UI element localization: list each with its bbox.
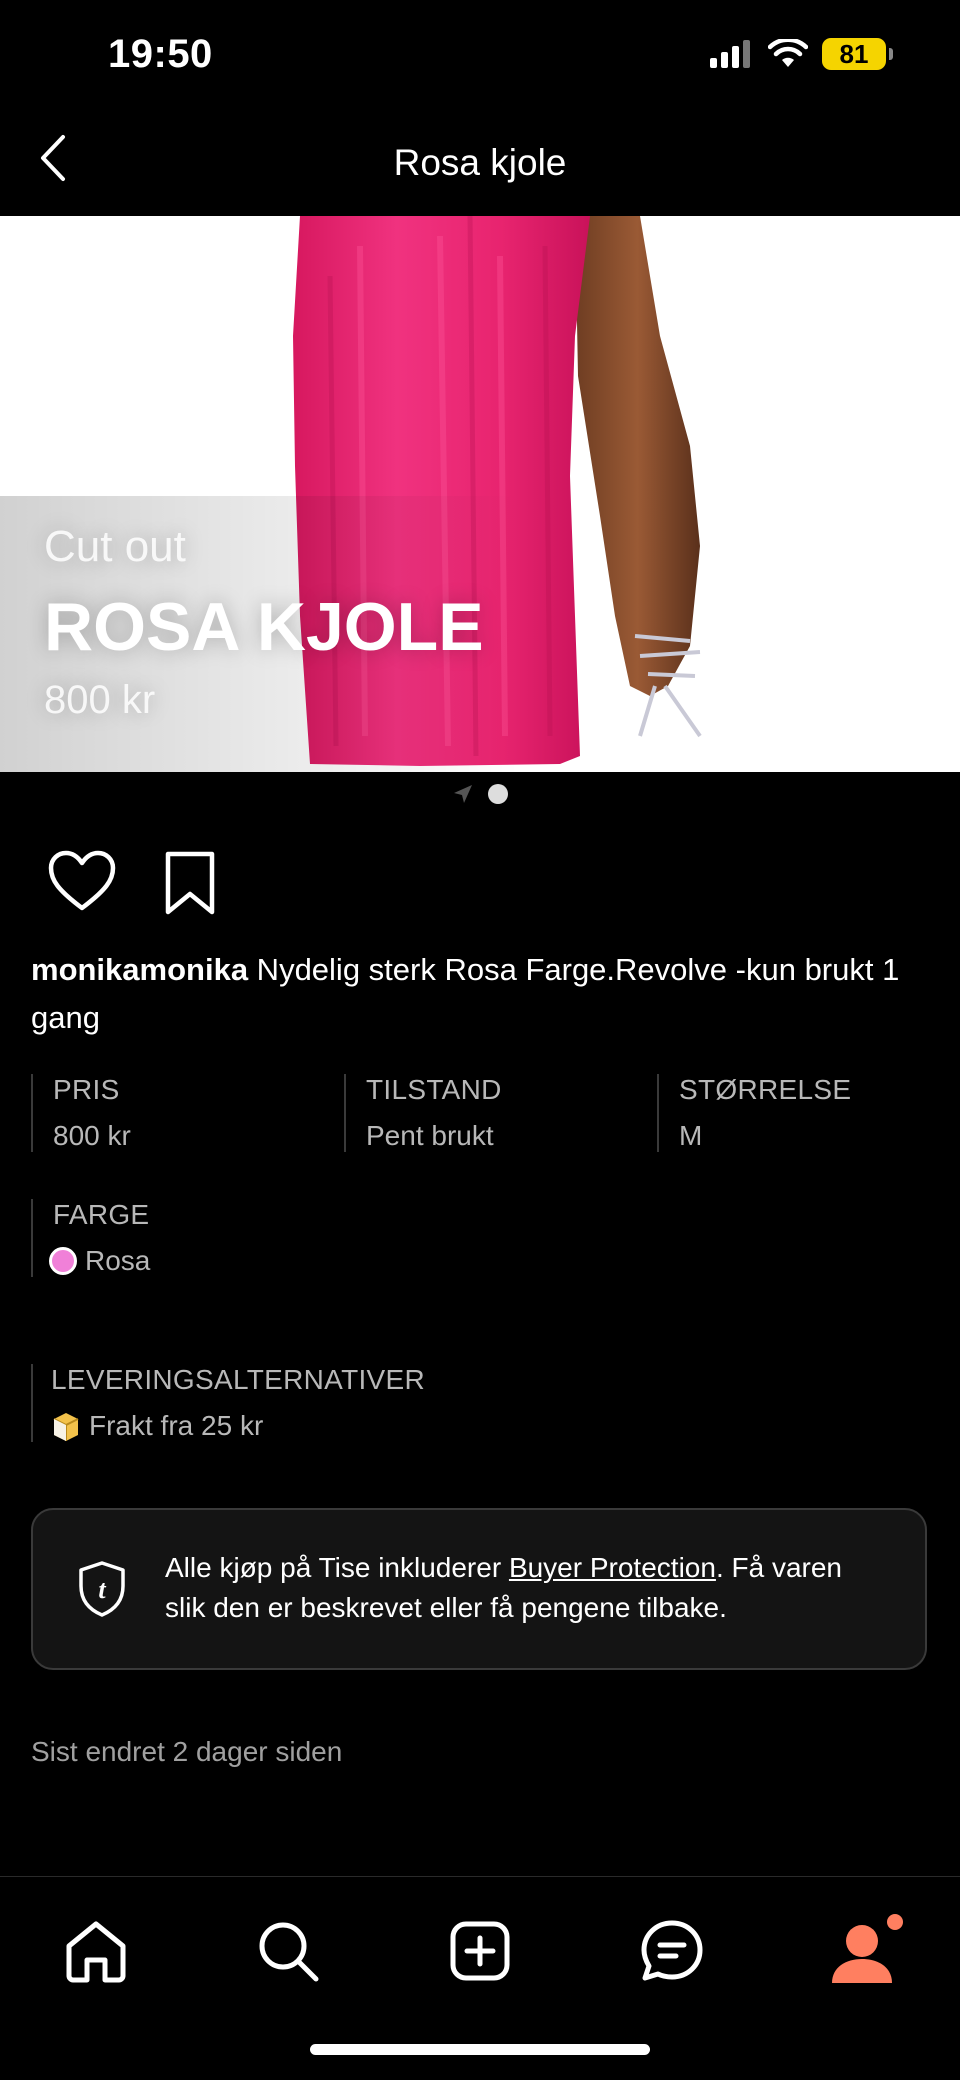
attr-price: PRIS 800 kr <box>31 1074 131 1152</box>
location-arrow-icon <box>454 785 472 803</box>
package-icon <box>53 1413 79 1441</box>
buyer-protection-box: t Alle kjøp på Tise inkluderer Buyer Pro… <box>31 1508 927 1670</box>
action-row <box>48 850 218 921</box>
wifi-icon <box>768 39 808 67</box>
protection-text-before: Alle kjøp på Tise inkluderer <box>165 1552 509 1583</box>
page-title: Rosa kjole <box>393 142 567 183</box>
tab-search[interactable] <box>248 1911 328 1991</box>
attr-size-value: M <box>679 1120 703 1151</box>
listing-description: monikamonika Nydelig sterk Rosa Farge.Re… <box>31 946 911 1042</box>
attr-size: STØRRELSE M <box>657 1074 851 1152</box>
battery-level: 81 <box>839 38 869 69</box>
svg-text:t: t <box>98 1575 106 1604</box>
shield-icon-wrap: t <box>77 1560 127 1623</box>
attr-condition-value: Pent brukt <box>366 1120 494 1151</box>
tab-add[interactable] <box>440 1911 520 1991</box>
hero-title: ROSA KJOLE <box>44 589 484 665</box>
search-icon <box>259 1922 319 1982</box>
save-button[interactable] <box>162 850 218 921</box>
last-edited: Sist endret 2 dager siden <box>31 1736 343 1767</box>
tab-home[interactable] <box>56 1911 136 1991</box>
attr-price-label: PRIS <box>53 1074 120 1105</box>
chat-icon <box>641 1920 703 1981</box>
nav-bar: Rosa kjole <box>0 110 960 216</box>
status-time: 19:50 <box>108 32 213 76</box>
add-icon <box>450 1921 510 1981</box>
battery-indicator: 81 <box>822 38 893 70</box>
status-icons: 81 <box>710 38 893 70</box>
like-button[interactable] <box>48 850 116 921</box>
status-bar: 19:50 81 <box>0 0 960 110</box>
bookmark-icon <box>165 851 215 915</box>
home-indicator <box>310 2044 650 2055</box>
attr-delivery-value: Frakt fra 25 kr <box>51 1410 425 1442</box>
attr-price-value: 800 kr <box>53 1120 131 1151</box>
product-image-carousel[interactable]: Cut out ROSA KJOLE 800 kr <box>0 216 960 772</box>
tab-messages[interactable] <box>632 1911 712 1991</box>
buyer-protection-link[interactable]: Buyer Protection <box>509 1552 716 1583</box>
attr-condition: TILSTAND Pent brukt <box>344 1074 502 1152</box>
attr-delivery-label: LEVERINGSALTERNATIVER <box>51 1364 426 1395</box>
pager-dot-active[interactable] <box>488 784 508 804</box>
attr-size-label: STØRRELSE <box>679 1074 852 1105</box>
buyer-protection-text: Alle kjøp på Tise inkluderer Buyer Prote… <box>165 1548 885 1628</box>
signal-icon <box>710 40 750 68</box>
carousel-pager <box>0 780 960 808</box>
attr-color-label: FARGE <box>53 1199 150 1230</box>
seller-username[interactable]: monikamonika <box>31 952 248 987</box>
home-icon <box>66 1921 126 1983</box>
attr-color-value: Rosa <box>49 1245 150 1277</box>
attr-color: FARGE Rosa <box>31 1199 150 1277</box>
profile-icon <box>832 1914 903 1983</box>
attr-condition-label: TILSTAND <box>366 1074 502 1105</box>
attr-color-text: Rosa <box>85 1245 151 1276</box>
tab-profile[interactable] <box>824 1911 904 1991</box>
attr-delivery: LEVERINGSALTERNATIVER Frakt fra 25 kr <box>31 1364 425 1442</box>
attr-delivery-text: Frakt fra 25 kr <box>89 1410 264 1441</box>
hero-price: 800 kr <box>44 678 156 722</box>
hero-subtitle: Cut out <box>44 522 186 571</box>
shield-icon: t <box>79 1561 125 1617</box>
color-swatch <box>49 1247 77 1275</box>
heart-icon <box>48 850 116 911</box>
